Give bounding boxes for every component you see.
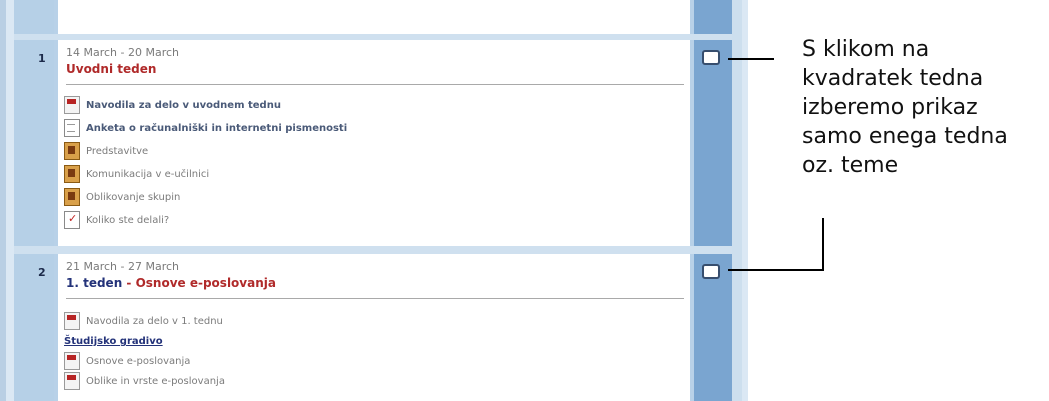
annotation-line-1 xyxy=(728,58,774,60)
resource-item[interactable]: Komunikacija v e-učilnici xyxy=(64,165,209,183)
resource-link[interactable]: Predstavitve xyxy=(86,146,148,157)
annotation-text: S klikom na kvadratek tedna izberemo pri… xyxy=(802,35,1042,180)
forum-icon xyxy=(64,165,80,183)
annotation-line: kvadratek tedna xyxy=(802,66,984,91)
divider xyxy=(66,84,684,85)
resource-link[interactable]: Oblikovanje skupin xyxy=(86,192,180,203)
study-material-link[interactable]: Študijsko gradivo xyxy=(64,336,163,347)
section-side-cell xyxy=(694,0,732,34)
week-title[interactable]: Uvodni teden xyxy=(66,62,156,76)
week-content: 21 March - 27 March 1. teden - Osnove e-… xyxy=(58,254,690,401)
annotation-line: oz. teme xyxy=(802,153,899,178)
resource-link[interactable]: Navodila za delo v uvodnem tednu xyxy=(86,100,281,111)
annotation-line-2-horizontal xyxy=(728,269,824,271)
week-number-cell: 2 xyxy=(14,254,54,401)
resource-item[interactable]: Oblike in vrste e-poslovanja xyxy=(64,372,225,390)
resource-item[interactable]: Navodila za delo v uvodnem tednu xyxy=(64,96,281,114)
show-only-this-week-checkbox[interactable] xyxy=(702,50,720,65)
resource-item[interactable]: Oblikovanje skupin xyxy=(64,188,180,206)
week-number-cell: 1 xyxy=(14,40,54,246)
week-content: 14 March - 20 March Uvodni teden Navodil… xyxy=(58,40,690,246)
week-side-cell xyxy=(694,254,732,401)
annotation-line: S klikom na xyxy=(802,37,930,62)
annotation-line: samo enega tedna xyxy=(802,124,1008,149)
week-title-part[interactable]: Uvodni teden xyxy=(66,62,156,76)
week-number: 2 xyxy=(38,266,46,279)
week-title[interactable]: 1. teden - Osnove e-poslovanja xyxy=(66,276,276,290)
resource-item[interactable]: Anketa o računalniški in internetni pism… xyxy=(64,119,347,137)
week-date: 14 March - 20 March xyxy=(66,46,180,59)
week-section-1: 1 14 March - 20 March Uvodni teden Navod… xyxy=(14,40,732,246)
week-side-cell xyxy=(694,40,732,246)
resource-item[interactable]: Osnove e-poslovanja xyxy=(64,352,190,370)
document-icon xyxy=(64,119,80,137)
section-number-cell xyxy=(14,0,54,34)
pdf-icon xyxy=(64,312,80,330)
show-only-this-week-checkbox[interactable] xyxy=(702,264,720,279)
week-number: 1 xyxy=(38,52,46,65)
resource-link[interactable]: Navodila za delo v 1. tednu xyxy=(86,316,223,327)
frame-left-border xyxy=(0,0,6,401)
forum-icon xyxy=(64,142,80,160)
week-title-part[interactable]: Osnove e-poslovanja xyxy=(136,276,276,290)
resource-link[interactable]: Oblike in vrste e-poslovanja xyxy=(86,376,225,387)
resource-item[interactable]: Predstavitve xyxy=(64,142,148,160)
section-content-cell xyxy=(58,0,690,34)
pdf-icon xyxy=(64,352,80,370)
week-title-separator: - xyxy=(122,276,136,290)
week-title-part[interactable]: 1. teden xyxy=(66,276,122,290)
annotation-line-2-vertical xyxy=(822,218,824,271)
frame-right-border xyxy=(732,0,742,401)
quiz-icon xyxy=(64,211,80,229)
annotation-line: izberemo prikaz xyxy=(802,95,978,120)
resource-item[interactable]: Navodila za delo v 1. tednu xyxy=(64,312,223,330)
week-section-2: 2 21 March - 27 March 1. teden - Osnove … xyxy=(14,254,732,401)
resource-link[interactable]: Koliko ste delali? xyxy=(86,215,169,226)
divider xyxy=(66,298,684,299)
resource-item[interactable]: Koliko ste delali? xyxy=(64,211,169,229)
resource-link[interactable]: Osnove e-poslovanja xyxy=(86,356,190,367)
section-header-row xyxy=(14,0,732,34)
pdf-icon xyxy=(64,372,80,390)
resource-link[interactable]: Anketa o računalniški in internetni pism… xyxy=(86,123,347,134)
week-date: 21 March - 27 March xyxy=(66,260,180,273)
resource-link[interactable]: Komunikacija v e-učilnici xyxy=(86,169,209,180)
pdf-icon xyxy=(64,96,80,114)
forum-icon xyxy=(64,188,80,206)
